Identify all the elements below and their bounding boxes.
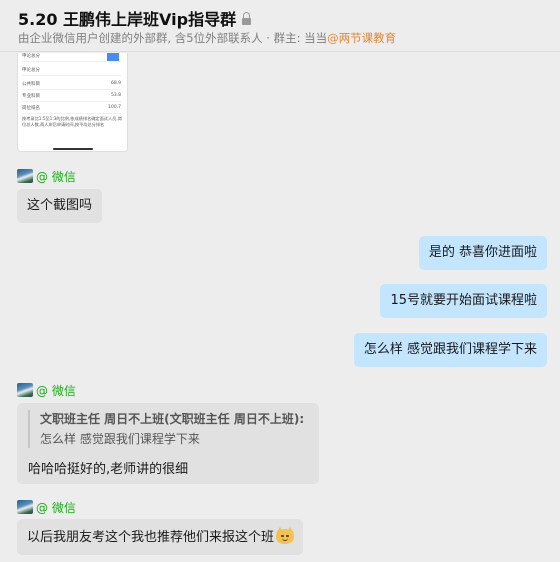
- quoted-message[interactable]: 文职班主任 周日不上班(文职班主任 周日不上班): 怎么样 感觉跟我们课程学下来: [28, 410, 311, 448]
- thumbnail-row-label: 申论总分: [22, 68, 40, 73]
- avatar[interactable]: [17, 500, 33, 514]
- thumbnail-row-value: 53.8: [110, 93, 121, 98]
- quoted-sender: 文职班主任 周日不上班(文职班主任 周日不上班):: [40, 412, 305, 426]
- reply-text: 哈哈哈挺好的,老师讲的很细: [28, 462, 189, 477]
- thumbnail-note: 按考录比1:5至1:3的比例,依成绩排名确定面试人员,岗位总人数,两人岸后申请时…: [22, 116, 122, 127]
- message-bubble-incoming[interactable]: 以后我朋友考这个我也推荐他们来报这个班: [17, 519, 304, 555]
- thumbnail-row-label: 申论总分: [22, 54, 40, 59]
- avatar[interactable]: [17, 383, 33, 397]
- sender-label[interactable]: @ 微信: [17, 499, 76, 515]
- thumbnail-row-label: 岗位排名: [22, 106, 40, 111]
- group-title[interactable]: 5.20 王鹏伟上岸班Vip指导群: [18, 6, 252, 30]
- thumbnail-row-value: 68.9: [110, 81, 121, 86]
- thumbnail-row-label: 公共科目: [22, 82, 40, 87]
- thumbnail-row: 申论总分: [22, 53, 121, 62]
- sender-name: @ 微信: [36, 169, 76, 184]
- group-owner-link[interactable]: @两节课教育: [327, 31, 396, 45]
- thumbnail-row: 岗位排名 100.7: [22, 105, 121, 114]
- group-subtitle: 由企业微信用户创建的外部群, 含5位外部联系人 · 群主: 当当@两节课教育: [18, 30, 396, 46]
- sender-name: @ 微信: [36, 500, 76, 515]
- quoted-reply-bubble[interactable]: 文职班主任 周日不上班(文职班主任 周日不上班): 怎么样 感觉跟我们课程学下来…: [17, 403, 319, 484]
- group-title-text: 5.20 王鹏伟上岸班Vip指导群: [18, 10, 237, 29]
- message-bubble-incoming[interactable]: 这个截图吗: [17, 189, 103, 223]
- image-message-thumbnail[interactable]: 申论总分 申论总分 公共科目 68.9 专业科目 53.8 岗位排名 100.7…: [17, 53, 128, 152]
- sender-label[interactable]: @ 微信: [17, 168, 76, 184]
- thumbnail-row: 公共科目 68.9: [22, 81, 121, 90]
- thumbnail-row-label: 专业科目: [22, 94, 40, 99]
- lock-icon: [242, 12, 252, 25]
- message-bubble-outgoing[interactable]: 15号就要开始面试课程啦: [380, 284, 547, 318]
- group-info-text: 由企业微信用户创建的外部群, 含5位外部联系人 · 群主: 当当: [18, 31, 328, 45]
- thumbnail-row-value: 100.7: [108, 105, 121, 110]
- thumbnail-button: [107, 53, 119, 61]
- sender-name: @ 微信: [36, 383, 76, 398]
- thumbnail-row: 申论总分: [22, 67, 121, 76]
- chat-header: 5.20 王鹏伟上岸班Vip指导群 由企业微信用户创建的外部群, 含5位外部联系…: [0, 0, 560, 52]
- message-bubble-outgoing[interactable]: 是的 恭喜你进面啦: [418, 236, 547, 270]
- home-indicator: [53, 148, 93, 150]
- cat-grin-emoji: [275, 527, 295, 545]
- sender-label[interactable]: @ 微信: [17, 382, 76, 398]
- quoted-text: 怎么样 感觉跟我们课程学下来: [40, 432, 200, 446]
- avatar[interactable]: [17, 169, 33, 183]
- thumbnail-row: 专业科目 53.8: [22, 93, 121, 102]
- message-text: 以后我朋友考这个我也推荐他们来报这个班: [27, 530, 275, 545]
- message-bubble-outgoing[interactable]: 怎么样 感觉跟我们课程学下来: [353, 333, 547, 367]
